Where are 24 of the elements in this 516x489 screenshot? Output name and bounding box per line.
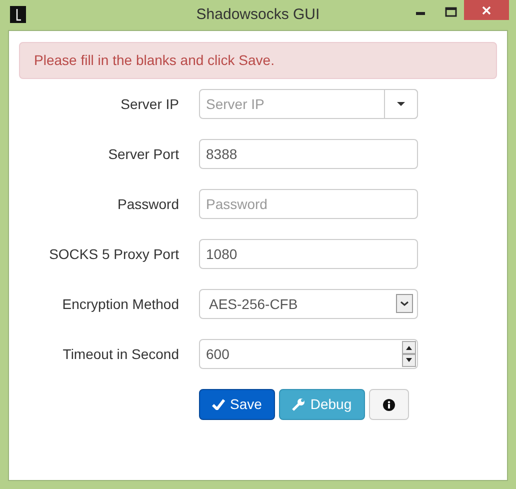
wrench-icon: [292, 398, 306, 411]
input-field[interactable]: Password: [199, 189, 418, 219]
app-icon: [10, 6, 26, 23]
input-field[interactable]: 8388: [199, 139, 418, 169]
select-field[interactable]: AES-256-CFB: [199, 289, 418, 319]
number-field[interactable]: 600: [199, 339, 418, 369]
save-button[interactable]: Save: [199, 389, 275, 420]
field-label: Encryption Method: [61, 294, 179, 314]
window-title: Shadowsocks GUI: [196, 4, 320, 25]
field-label: SOCKS 5 Proxy Port: [48, 244, 179, 264]
info-button[interactable]: [369, 389, 409, 420]
alert-banner: Please fill in the blanks and click Save.: [19, 42, 497, 79]
field-label: Password: [116, 194, 179, 214]
field-label: Server Port: [107, 144, 179, 164]
info-icon: [383, 398, 395, 410]
checkmark-icon: [212, 399, 226, 410]
close-button[interactable]: [464, 0, 509, 20]
spinner-icon[interactable]: [402, 341, 416, 367]
maximize-icon[interactable]: [445, 7, 457, 17]
input-field[interactable]: 1080: [199, 239, 418, 269]
field-label: Timeout in Second: [62, 344, 179, 364]
field-label: Server IP: [120, 94, 179, 114]
caret-icon: [397, 102, 405, 106]
close-icon: [482, 6, 491, 14]
